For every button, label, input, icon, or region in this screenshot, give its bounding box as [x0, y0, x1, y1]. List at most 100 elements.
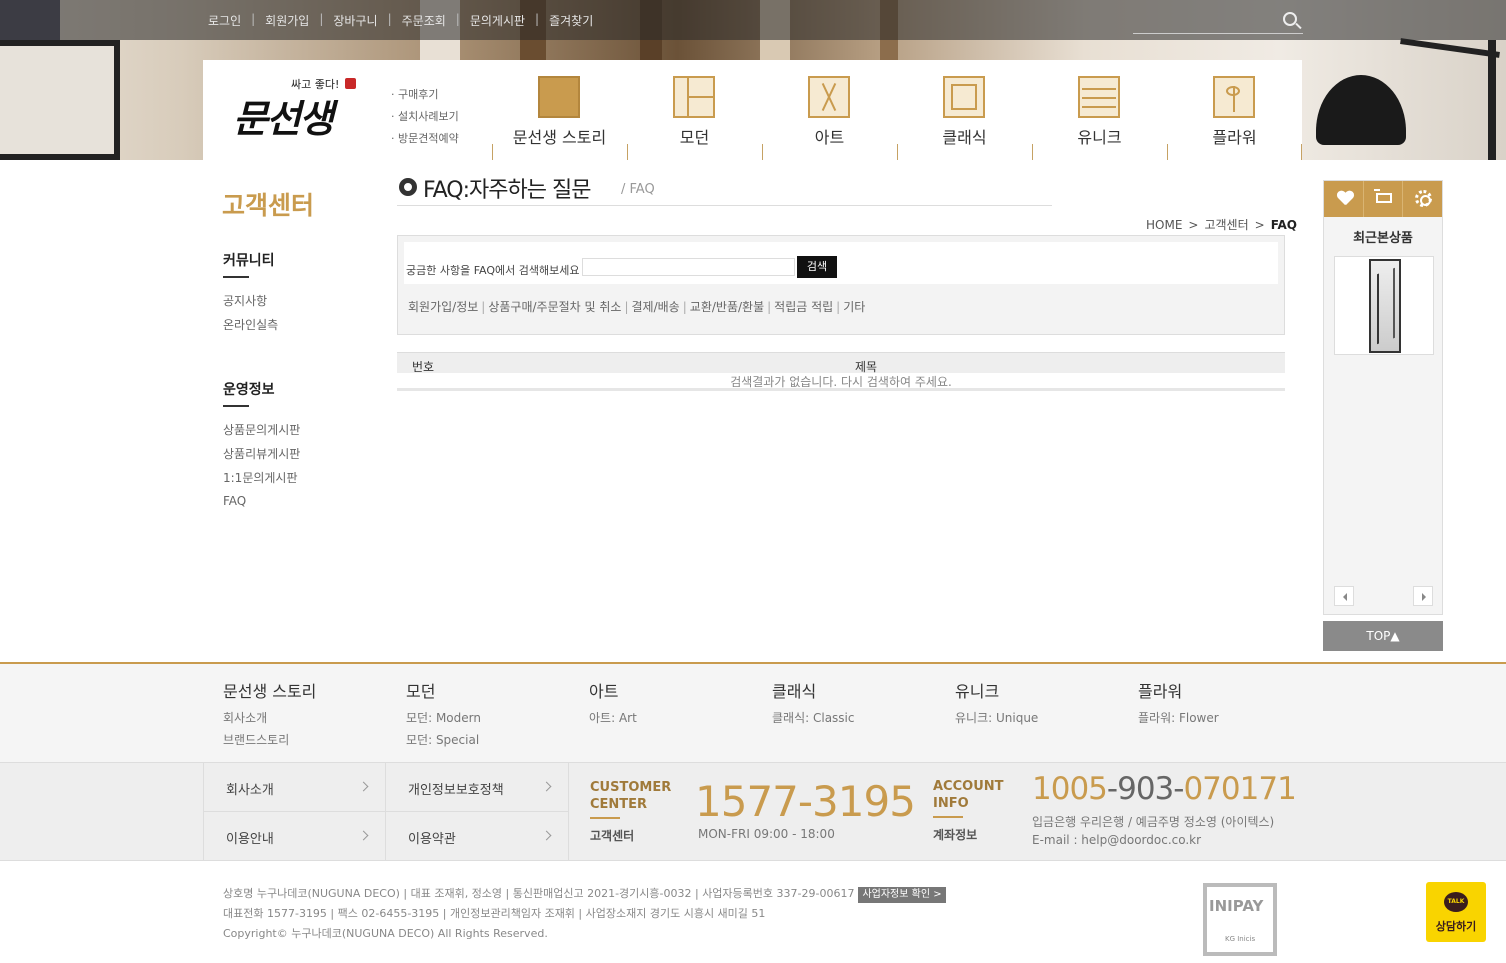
review-link[interactable]: · 구매후기: [391, 84, 459, 106]
footer-col-heading[interactable]: 플라워: [1138, 678, 1318, 702]
acct-part: 070171: [1183, 771, 1296, 807]
customer-center-label: CUSTOMER CENTER: [590, 779, 671, 819]
menu-item-story[interactable]: 문선생 스토리: [492, 60, 627, 160]
separator: |: [767, 300, 772, 314]
page-title: FAQ:자주하는 질문 / FAQ: [397, 170, 1052, 206]
order-lookup-link[interactable]: 주문조회: [402, 12, 446, 29]
footer-col-unique: 유니크 유니크: Unique: [955, 678, 1135, 724]
footer-link[interactable]: 플라워: Flower: [1138, 712, 1318, 724]
footer-link[interactable]: 클래식: Classic: [772, 712, 952, 724]
kakao-chat-button[interactable]: TALK 상담하기: [1426, 882, 1486, 942]
logo[interactable]: 싸고 좋다! 문선생: [233, 74, 363, 144]
sidebar-item-online-measure[interactable]: 온라인실측: [223, 316, 278, 333]
faq-search-input[interactable]: [582, 258, 795, 276]
customer-hours: MON-FRI 09:00 - 18:00: [698, 827, 835, 841]
footer-link-label: 이용약관: [408, 832, 456, 847]
cart-button[interactable]: [1364, 181, 1404, 217]
menu-item-art[interactable]: 아트: [762, 60, 897, 160]
unique-door-icon: [1078, 76, 1120, 118]
bank-line: 입금은행 우리은행 / 예금주명 정소영 (아이텍스): [1032, 815, 1275, 829]
top-search-input[interactable]: [1133, 8, 1273, 32]
install-case-link[interactable]: · 설치사례보기: [391, 106, 459, 128]
menu-label: 아트: [814, 128, 845, 147]
business-info: 상호명 누구나데코(NUGUNA DECO) | 대표 조재휘, 정소영 | 통…: [223, 884, 946, 944]
account-info-sub: 계좌정보: [933, 828, 978, 842]
category-points[interactable]: 적립금 적립: [774, 300, 833, 314]
footer-guide-link[interactable]: 이용안내: [203, 812, 386, 861]
breadcrumb-home[interactable]: HOME: [1146, 218, 1182, 232]
visit-estimate-link[interactable]: · 방문견적예약: [391, 128, 459, 150]
category-payment[interactable]: 결제/배송: [632, 300, 680, 314]
category-member[interactable]: 회원가입/정보: [408, 300, 478, 314]
faq-search-row: 궁금한 사항을 FAQ에서 검색해보세요 검색: [404, 242, 1278, 284]
footer-col-heading[interactable]: 모던: [406, 678, 586, 702]
recent-product-thumb[interactable]: [1334, 256, 1434, 355]
login-link[interactable]: 로그인: [208, 12, 241, 29]
empty-message: 검색결과가 없습니다. 다시 검색하여 주세요.: [397, 373, 1285, 391]
product-image: [1369, 259, 1401, 353]
category-exchange[interactable]: 교환/반품/환불: [690, 300, 764, 314]
column-title: 제목: [855, 360, 878, 374]
sidebar-item-faq[interactable]: FAQ: [223, 494, 246, 508]
footer-link[interactable]: 유니크: Unique: [955, 712, 1135, 724]
chevron-right-icon: [541, 781, 552, 792]
settings-button[interactable]: [1403, 181, 1442, 217]
biz-info-button[interactable]: 사업자정보 확인 >: [858, 887, 946, 903]
footer-link[interactable]: 회사소개: [223, 712, 403, 724]
breadcrumb-section[interactable]: 고객센터: [1204, 218, 1248, 232]
category-order[interactable]: 상품구매/주문절차 및 취소: [488, 300, 621, 314]
menu-item-classic[interactable]: 클래식: [897, 60, 1032, 160]
logo-name: 문선생: [233, 96, 334, 141]
inquiry-board-link[interactable]: 문의게시판: [470, 12, 525, 29]
lamp-arm: [1400, 38, 1500, 58]
acct-part: 1005: [1032, 771, 1108, 807]
sidebar-item-notice[interactable]: 공지사항: [223, 292, 267, 309]
join-link[interactable]: 회원가입: [265, 12, 309, 29]
sidebar-item-product-review[interactable]: 상품리뷰게시판: [223, 445, 300, 462]
sidebar-heading-community: 커뮤니티: [223, 250, 275, 278]
top-search: [1133, 8, 1303, 34]
quick-bar: 최근본상품: [1323, 180, 1443, 615]
search-icon[interactable]: [1283, 12, 1297, 26]
door-story-icon: [538, 76, 580, 118]
wishlist-button[interactable]: [1324, 181, 1364, 217]
main-nav: 싸고 좋다! 문선생 · 구매후기 · 설치사례보기 · 방문견적예약 문선생 …: [203, 60, 1302, 160]
sidebar-item-one-to-one[interactable]: 1:1문의게시판: [223, 469, 298, 486]
footer-terms-link[interactable]: 이용약관: [386, 812, 569, 861]
footer-col-heading[interactable]: 유니크: [955, 678, 1135, 702]
footer-col-flower: 플라워 플라워: Flower: [1138, 678, 1318, 724]
footer-col-heading[interactable]: 클래식: [772, 678, 952, 702]
menu-label: 클래식: [942, 128, 987, 147]
footer-bottom: 상호명 누구나데코(NUGUNA DECO) | 대표 조재휘, 정소영 | 통…: [0, 862, 1506, 963]
footer-privacy-link[interactable]: 개인정보보호정책: [386, 763, 569, 812]
footer-link[interactable]: 브랜드스토리: [223, 734, 403, 746]
gear-icon: [1415, 190, 1433, 207]
bookmark-link[interactable]: 즐겨찾기: [549, 12, 593, 29]
category-etc[interactable]: 기타: [843, 300, 865, 314]
category-menu: 문선생 스토리 모던 아트 클래식 유니크 플라워: [492, 60, 1302, 160]
cart-link[interactable]: 장바구니: [333, 12, 377, 29]
footer-company-link[interactable]: 회사소개: [203, 763, 386, 812]
footer-link-label: 개인정보보호정책: [408, 783, 504, 798]
recent-products-title: 최근본상품: [1353, 231, 1413, 246]
menu-item-flower[interactable]: 플라워: [1167, 60, 1302, 160]
footer-col-heading[interactable]: 문선생 스토리: [223, 678, 403, 702]
footer-link[interactable]: 모던: Modern: [406, 712, 586, 724]
sidebar-item-product-inquiry[interactable]: 상품문의게시판: [223, 421, 300, 438]
separator: |: [387, 12, 392, 26]
breadcrumb: HOME > 고객센터 > FAQ: [1146, 216, 1297, 233]
biz-line: 상호명 누구나데코(NUGUNA DECO) | 대표 조재휘, 정소영 | 통…: [223, 887, 855, 900]
prev-arrow-icon[interactable]: [1334, 586, 1354, 606]
inipay-badge[interactable]: INIPAY KG Inicis: [1203, 883, 1277, 956]
footer-link[interactable]: 아트: Art: [589, 712, 769, 724]
menu-item-modern[interactable]: 모던: [627, 60, 762, 160]
top-button[interactable]: TOP▲: [1323, 621, 1443, 651]
footer-col-heading[interactable]: 아트: [589, 678, 769, 702]
separator: |: [251, 12, 256, 26]
menu-item-unique[interactable]: 유니크: [1032, 60, 1167, 160]
next-arrow-icon[interactable]: [1413, 586, 1433, 606]
quick-icons: [1324, 181, 1442, 217]
page-subtitle: / FAQ: [621, 182, 655, 197]
faq-search-button[interactable]: 검색: [797, 256, 837, 278]
footer-link[interactable]: 모던: Special: [406, 734, 586, 746]
